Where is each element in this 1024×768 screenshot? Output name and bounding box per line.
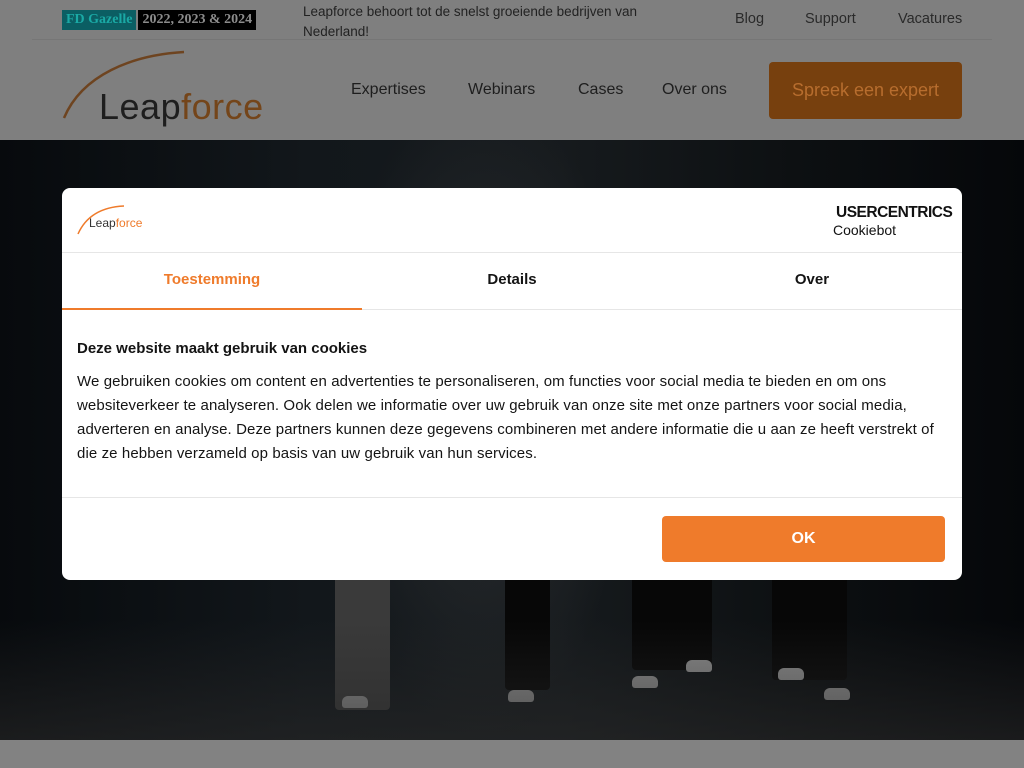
dialog-header: Leapforce USERCENTRICS Cookiebot <box>62 188 962 253</box>
tab-over[interactable]: Over <box>662 253 962 309</box>
blog-link[interactable]: Blog <box>735 11 764 27</box>
nav-cases[interactable]: Cases <box>578 81 623 99</box>
logo-text-force: force <box>115 216 143 230</box>
page-section-strip <box>0 740 1024 768</box>
nav-over-ons[interactable]: Over ons <box>662 81 727 99</box>
leapforce-logo[interactable]: Leapforce <box>99 86 264 128</box>
spreek-een-expert-button[interactable]: Spreek een expert <box>769 62 962 119</box>
nav-expertises[interactable]: Expertises <box>351 81 426 99</box>
vacatures-link[interactable]: Vacatures <box>898 11 962 27</box>
logo-text-force: force <box>181 86 264 127</box>
support-link[interactable]: Support <box>805 11 856 27</box>
gazelle-badge-years: 2022, 2023 & 2024 <box>138 10 257 30</box>
fd-gazelle-badge: FD Gazelle 2022, 2023 & 2024 <box>62 10 257 30</box>
dialog-footer: OK <box>62 497 962 580</box>
provider-name: USERCENTRICS <box>836 204 953 221</box>
gazelle-badge-label: FD Gazelle <box>62 10 137 30</box>
cookie-consent-dialog: Leapforce USERCENTRICS Cookiebot Toestem… <box>62 188 962 580</box>
nav-webinars[interactable]: Webinars <box>468 81 535 99</box>
tab-details[interactable]: Details <box>362 253 662 309</box>
logo-text-leap: Leap <box>89 216 116 230</box>
tab-toestemming[interactable]: Toestemming <box>62 253 362 310</box>
dialog-logo: Leapforce <box>89 216 142 230</box>
dialog-text: We gebruiken cookies om content en adver… <box>77 373 934 462</box>
ok-button[interactable]: OK <box>662 516 945 562</box>
dialog-title: Deze website maakt gebruik van cookies <box>77 340 368 357</box>
provider-subname: Cookiebot <box>833 222 897 238</box>
logo-text-leap: Leap <box>99 86 182 127</box>
dialog-body: Deze website maakt gebruik van cookies W… <box>77 340 947 466</box>
usercentrics-cookiebot-logo[interactable]: USERCENTRICS Cookiebot <box>833 204 953 238</box>
tagline: Leapforce behoort tot de snelst groeiend… <box>303 4 637 39</box>
top-bar: FD Gazelle 2022, 2023 & 2024 Leapforce b… <box>0 0 1024 40</box>
dialog-tabs: Toestemming Details Over <box>62 253 962 310</box>
